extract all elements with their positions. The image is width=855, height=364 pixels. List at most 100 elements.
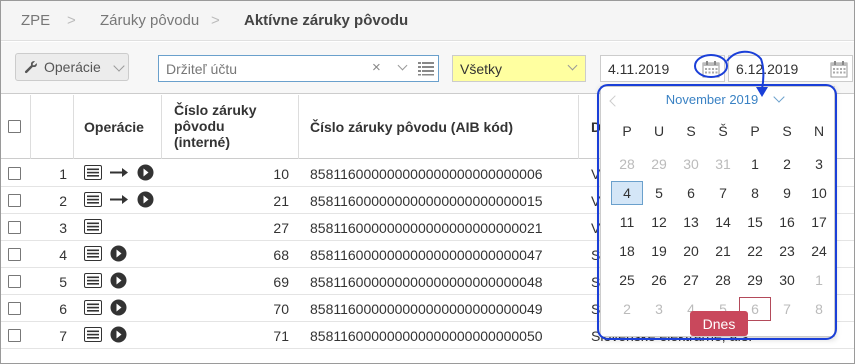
calendar-day[interactable]: 23	[771, 239, 803, 263]
row-checkbox[interactable]	[8, 275, 21, 288]
calendar-day[interactable]: 3	[803, 152, 835, 176]
calendar-day[interactable]: 13	[675, 210, 707, 234]
datepicker-popup: November 2019 PUSŠPSN 28 29 30 31 1 2 3 4 5 6 7 8 9 1…	[600, 86, 835, 337]
play-circle-icon[interactable]	[110, 326, 127, 343]
calendar-day[interactable]: 29	[643, 152, 675, 176]
aib-code-cell: 858116000000000000000000000006	[310, 166, 543, 182]
weekday-label: Š	[718, 123, 728, 139]
calendar-day[interactable]: 29	[739, 268, 771, 292]
breadcrumb-zpe[interactable]: ZPE	[21, 12, 50, 29]
play-circle-icon[interactable]	[110, 299, 127, 316]
play-circle-icon[interactable]	[137, 164, 154, 181]
play-circle-icon[interactable]	[137, 191, 154, 208]
weekday-label: S	[782, 123, 792, 139]
list-icon[interactable]	[417, 61, 435, 76]
calendar-day[interactable]: 19	[643, 239, 675, 263]
calendar-day[interactable]: 25	[611, 268, 643, 292]
column-divider	[161, 95, 162, 159]
row-number: 4	[59, 247, 67, 263]
header-aib-code[interactable]: Číslo záruky pôvodu (AIB kód)	[310, 119, 513, 135]
calendar-icon[interactable]	[830, 60, 848, 78]
row-checkbox[interactable]	[8, 329, 21, 342]
today-button[interactable]: Dnes	[690, 311, 748, 336]
calendar-day[interactable]: 17	[803, 210, 835, 234]
column-divider	[30, 95, 31, 159]
status-select-value: Všetky	[460, 61, 503, 77]
document-icon[interactable]	[84, 165, 102, 180]
calendar-day[interactable]: 15	[739, 210, 771, 234]
calendar-day[interactable]: 9	[771, 181, 803, 205]
calendar-day[interactable]: 10	[803, 181, 835, 205]
operations-button[interactable]: Operácie	[15, 53, 129, 81]
calendar-day[interactable]: 21	[707, 239, 739, 263]
document-icon[interactable]	[84, 219, 102, 234]
app-frame: ZPE > Záruky pôvodu > Aktívne záruky pôv…	[0, 0, 855, 364]
calendar-day[interactable]: 1	[803, 268, 835, 292]
row-checkbox[interactable]	[8, 167, 21, 180]
breadcrumb-separator: >	[211, 12, 220, 29]
calendar-day[interactable]: 7	[707, 181, 739, 205]
calendar-day[interactable]: 24	[803, 239, 835, 263]
calendar-day[interactable]: 28	[707, 268, 739, 292]
play-circle-icon[interactable]	[110, 272, 127, 289]
clear-icon[interactable]: ×	[372, 59, 381, 76]
arrow-right-icon[interactable]	[110, 165, 128, 180]
calendar-day[interactable]: 31	[707, 152, 739, 176]
calendar-day[interactable]: 14	[707, 210, 739, 234]
calendar-day[interactable]: 1	[739, 152, 771, 176]
row-checkbox[interactable]	[8, 194, 21, 207]
calendar-day[interactable]: 16	[771, 210, 803, 234]
arrow-right-icon[interactable]	[110, 192, 128, 207]
datepicker-month-title[interactable]: November 2019	[601, 92, 823, 107]
calendar-day[interactable]: 3	[643, 297, 675, 321]
calendar-day[interactable]: 5	[643, 181, 675, 205]
row-checkbox[interactable]	[8, 221, 21, 234]
calendar-day[interactable]: 28	[611, 152, 643, 176]
internal-id-cell: 68	[273, 247, 289, 263]
calendar-day[interactable]: 11	[611, 210, 643, 234]
calendar-day[interactable]: 30	[675, 152, 707, 176]
calendar-day[interactable]: 26	[643, 268, 675, 292]
date-from-value: 4.11.2019	[608, 61, 670, 77]
row-number: 5	[59, 274, 67, 290]
calendar-day[interactable]: 2	[771, 152, 803, 176]
weekday-label: S	[686, 123, 696, 139]
row-checkbox[interactable]	[8, 302, 21, 315]
calendar-day[interactable]: 8	[739, 181, 771, 205]
document-icon[interactable]	[84, 192, 102, 207]
row-checkbox[interactable]	[8, 248, 21, 261]
calendar-icon[interactable]	[702, 60, 720, 78]
chevron-down-icon	[113, 60, 125, 72]
play-circle-icon[interactable]	[110, 245, 127, 262]
status-select[interactable]: Všetky	[452, 55, 586, 82]
calendar-day[interactable]: 4	[611, 181, 643, 205]
calendar-day[interactable]: 22	[739, 239, 771, 263]
document-icon[interactable]	[84, 300, 102, 315]
calendar-day[interactable]: 27	[675, 268, 707, 292]
chevron-down-icon	[567, 60, 578, 71]
calendar-day[interactable]: 6	[675, 181, 707, 205]
row-number: 1	[59, 166, 67, 182]
calendar-day[interactable]: 12	[643, 210, 675, 234]
calendar-day[interactable]: 2	[611, 297, 643, 321]
calendar-day[interactable]: 7	[771, 297, 803, 321]
chevron-down-icon[interactable]	[397, 60, 408, 71]
breadcrumb-guarantees[interactable]: Záruky pôvodu	[100, 12, 199, 29]
calendar-day[interactable]: 8	[803, 297, 835, 321]
account-holder-input[interactable]	[159, 56, 359, 81]
calendar-day[interactable]: 30	[771, 268, 803, 292]
header-internal-id[interactable]: Číslo záruky pôvodu (interné)	[174, 102, 274, 150]
calendar-day[interactable]: 18	[611, 239, 643, 263]
document-icon[interactable]	[84, 327, 102, 342]
account-holder-filter[interactable]: ×	[158, 55, 439, 82]
column-divider	[73, 95, 74, 159]
calendar-day[interactable]: 20	[675, 239, 707, 263]
date-to-field[interactable]: 6.12.2019	[728, 55, 853, 82]
select-all-checkbox[interactable]	[8, 120, 21, 133]
internal-id-cell: 10	[273, 166, 289, 182]
date-from-field[interactable]: 4.11.2019	[600, 55, 725, 82]
document-icon[interactable]	[84, 246, 102, 261]
document-icon[interactable]	[84, 273, 102, 288]
owner-cell: S	[591, 301, 601, 317]
row-number: 7	[59, 328, 67, 344]
